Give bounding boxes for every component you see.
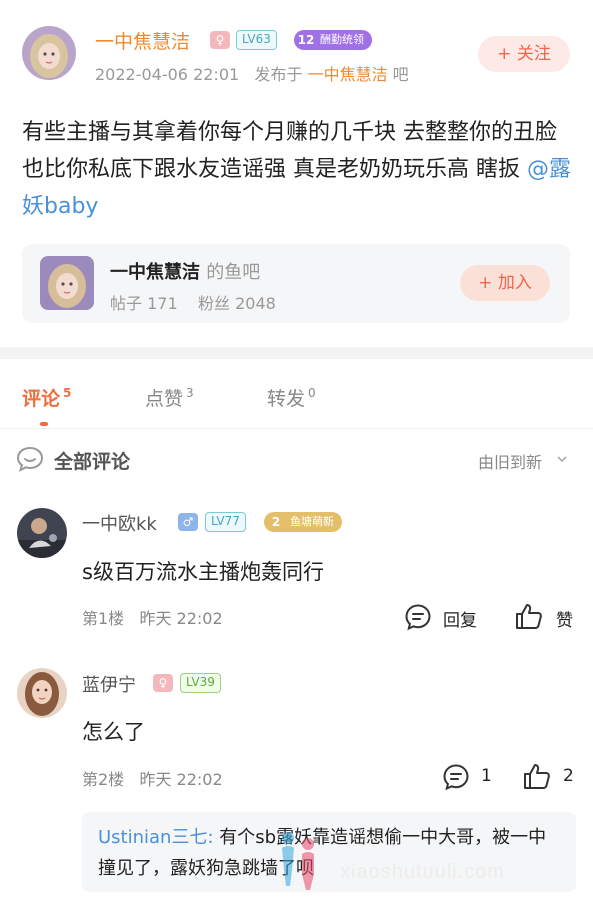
bar-card-stats: 帖子 171 粉丝 2048	[110, 290, 276, 314]
commenter-avatar[interactable]	[17, 668, 67, 718]
fans-count: 2048	[235, 294, 276, 313]
commenter-name[interactable]: 一中欧kk	[82, 510, 157, 536]
level-badge: LV63	[236, 30, 277, 50]
comment-time: 昨天 22:02	[139, 770, 223, 789]
fan-badge-name: 鱼塘萌新	[290, 515, 334, 528]
author-avatar[interactable]	[22, 26, 76, 80]
bar-card[interactable]: 一中焦慧洁 的鱼吧 帖子 171 粉丝 2048 + 加入	[22, 244, 570, 323]
bar-card-suffix: 的鱼吧	[206, 262, 261, 283]
level-badge: LV39	[180, 673, 221, 693]
tab-reposts-label: 转发	[267, 388, 306, 410]
commenter-name[interactable]: 蓝伊宁	[82, 671, 136, 697]
tab-likes-count: 3	[186, 386, 194, 400]
follow-button[interactable]: + 关注	[478, 36, 570, 72]
comment-text: s级百万流水主播炮轰同行	[82, 560, 324, 584]
posted-in-prefix: 发布于	[254, 65, 303, 84]
level-badge: LV77	[205, 512, 246, 532]
tab-comments-label: 评论	[22, 388, 61, 410]
watermark-text: xiaoshutuuli.com	[340, 861, 505, 883]
reply-button[interactable]: 回复	[443, 606, 477, 631]
post-meta: 2022-04-06 22:01 发布于 一中焦慧洁 吧	[95, 61, 409, 85]
post-text: 有些主播与其拿着你每个月赚的几千块 去整整你的丑脸 也比你私底下跟水友造谣强 真…	[22, 120, 557, 182]
bar-card-name: 一中焦慧洁	[110, 262, 200, 283]
tab-comments-count: 5	[63, 386, 72, 400]
tab-divider	[0, 428, 593, 429]
reply-author[interactable]: Ustinian三七:	[98, 827, 214, 848]
like-button[interactable]: 赞	[556, 606, 573, 631]
fans-label: 粉丝	[198, 294, 231, 313]
reply-icon[interactable]	[442, 763, 470, 791]
fan-badge-level: 12	[297, 33, 315, 47]
chevron-down-icon[interactable]	[556, 453, 568, 465]
section-divider	[0, 347, 593, 359]
like-icon[interactable]	[514, 602, 544, 630]
posts-count: 171	[147, 294, 178, 313]
comments-icon	[16, 446, 44, 472]
post-date: 2022-04-06 22:01	[95, 65, 240, 84]
fan-badge: 2 鱼塘萌新	[264, 512, 342, 532]
bar-suffix: 吧	[392, 65, 409, 84]
fan-badge-level: 2	[271, 515, 281, 529]
sort-dropdown[interactable]: 由旧到新	[478, 449, 542, 473]
tab-likes[interactable]: 点赞 3	[145, 384, 194, 411]
like-icon[interactable]	[522, 762, 552, 790]
bar-link[interactable]: 一中焦慧洁	[308, 65, 388, 84]
comment-text: 怎么了	[82, 720, 145, 744]
bar-avatar	[40, 256, 94, 310]
floor-label: 第1楼	[82, 609, 125, 628]
all-comments-title: 全部评论	[54, 451, 131, 473]
floor-label: 第2楼	[82, 770, 125, 789]
tab-reposts[interactable]: 转发 0	[267, 384, 316, 411]
comment-meta: 第1楼 昨天 22:02	[82, 605, 223, 629]
comment-time: 昨天 22:02	[139, 609, 223, 628]
reply-count[interactable]: 1	[481, 766, 492, 786]
join-button[interactable]: + 加入	[460, 265, 550, 301]
female-icon: ♀	[153, 674, 173, 692]
post-body: 有些主播与其拿着你每个月赚的几千块 去整整你的丑脸 也比你私底下跟水友造谣强 真…	[22, 114, 572, 225]
female-icon: ♀	[210, 31, 230, 49]
posts-label: 帖子	[110, 294, 143, 313]
author-name[interactable]: 一中焦慧洁	[95, 27, 190, 54]
bar-card-title: 一中焦慧洁 的鱼吧	[110, 258, 260, 284]
tab-reposts-count: 0	[308, 386, 316, 400]
reply-icon[interactable]	[404, 603, 432, 631]
tab-likes-label: 点赞	[145, 388, 184, 410]
like-count[interactable]: 2	[563, 766, 574, 786]
fan-badge-name: 酬勤统领	[320, 33, 364, 46]
tab-comments[interactable]: 评论 5	[22, 384, 71, 411]
commenter-avatar[interactable]	[17, 508, 67, 558]
fan-badge: 12 酬勤统领	[294, 30, 372, 50]
male-icon: ♂	[178, 513, 198, 531]
comment-meta: 第2楼 昨天 22:02	[82, 766, 223, 790]
active-tab-indicator	[40, 422, 48, 426]
